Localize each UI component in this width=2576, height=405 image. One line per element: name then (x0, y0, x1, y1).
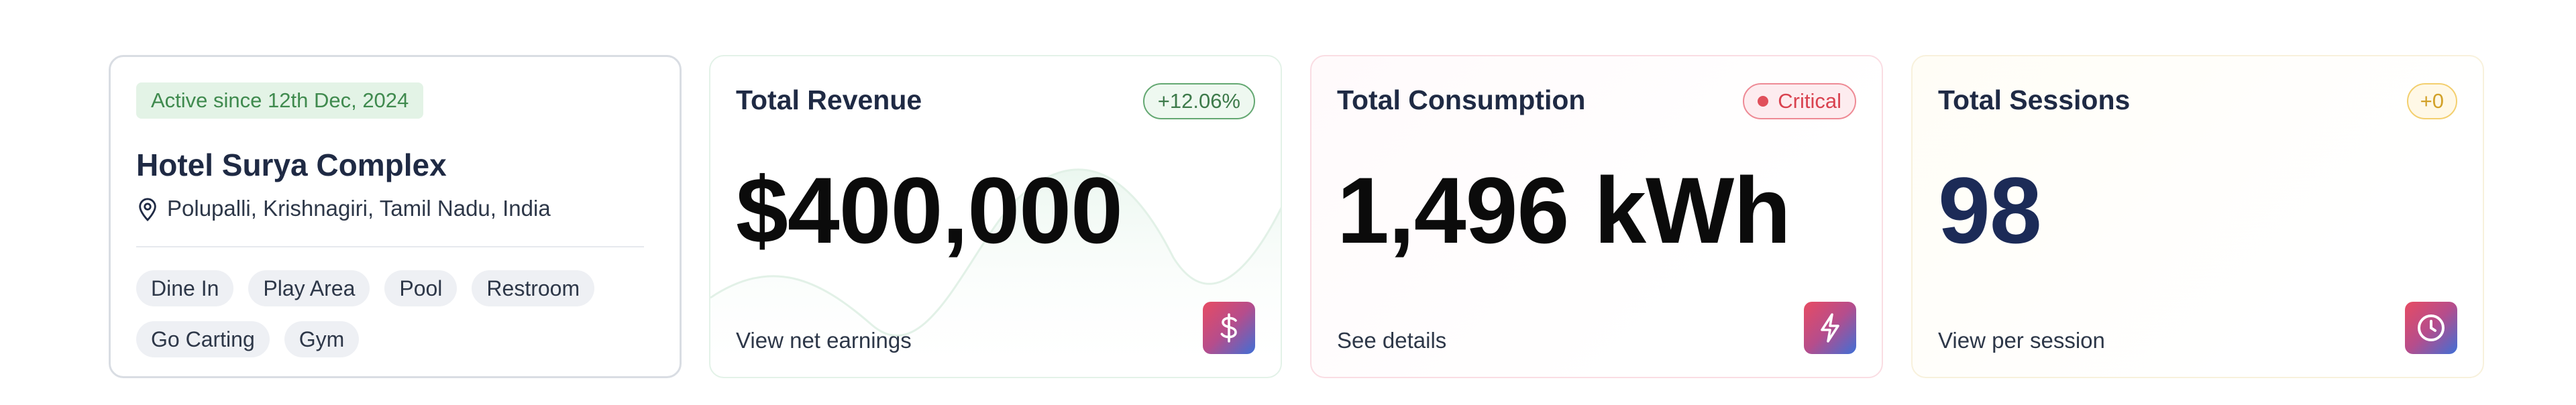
active-since-badge: Active since 12th Dec, 2024 (136, 82, 424, 119)
sessions-card: Total Sessions +0 98 View per session (1911, 55, 2484, 378)
revenue-change-badge: +12.06% (1142, 83, 1255, 119)
critical-status-label: Critical (1778, 89, 1841, 113)
sessions-title: Total Sessions (1938, 84, 2131, 115)
lightning-icon-button[interactable] (1804, 302, 1856, 354)
revenue-value: $400,000 (736, 158, 1123, 263)
amenity-tag-go-carting: Go Carting (136, 321, 270, 357)
consumption-value: 1,496 kWh (1337, 158, 1791, 263)
lightning-icon (1821, 313, 1839, 343)
dollar-icon-button[interactable] (1203, 302, 1255, 354)
clock-icon (2418, 314, 2445, 341)
property-name: Hotel Surya Complex (136, 148, 447, 182)
amenity-tag-pool: Pool (384, 270, 458, 306)
amenity-tag-restroom: Restroom (472, 270, 595, 306)
divider (136, 246, 644, 247)
status-dot-icon (1758, 96, 1769, 107)
location-text: Polupalli, Krishnagiri, Tamil Nadu, Indi… (167, 196, 551, 221)
amenity-tag-dine-in: Dine In (136, 270, 234, 306)
view-net-earnings-link[interactable]: View net earnings (736, 328, 912, 353)
sessions-change-badge: +0 (2406, 83, 2457, 119)
consumption-card: Total Consumption Critical 1,496 kWh See… (1310, 55, 1883, 378)
dollar-icon (1220, 313, 1237, 343)
consumption-title: Total Consumption (1337, 84, 1586, 115)
critical-status-badge: Critical (1743, 83, 1856, 119)
sessions-value: 98 (1938, 158, 2042, 263)
revenue-card: Total Revenue +12.06% $400,000 View net … (709, 55, 1282, 378)
clock-icon-button[interactable] (2405, 302, 2457, 354)
view-per-session-link[interactable]: View per session (1938, 328, 2105, 353)
see-details-link[interactable]: See details (1337, 328, 1446, 353)
amenity-tag-play-area: Play Area (248, 270, 370, 306)
amenity-tag-gym: Gym (284, 321, 360, 357)
map-pin-icon (139, 198, 156, 222)
revenue-title: Total Revenue (736, 84, 922, 115)
property-card: Active since 12th Dec, 2024 Hotel Surya … (109, 55, 682, 378)
amenity-tags: Dine In Play Area Pool Restroom Go Carti… (136, 270, 646, 372)
location-row: Polupalli, Krishnagiri, Tamil Nadu, Indi… (136, 194, 551, 223)
